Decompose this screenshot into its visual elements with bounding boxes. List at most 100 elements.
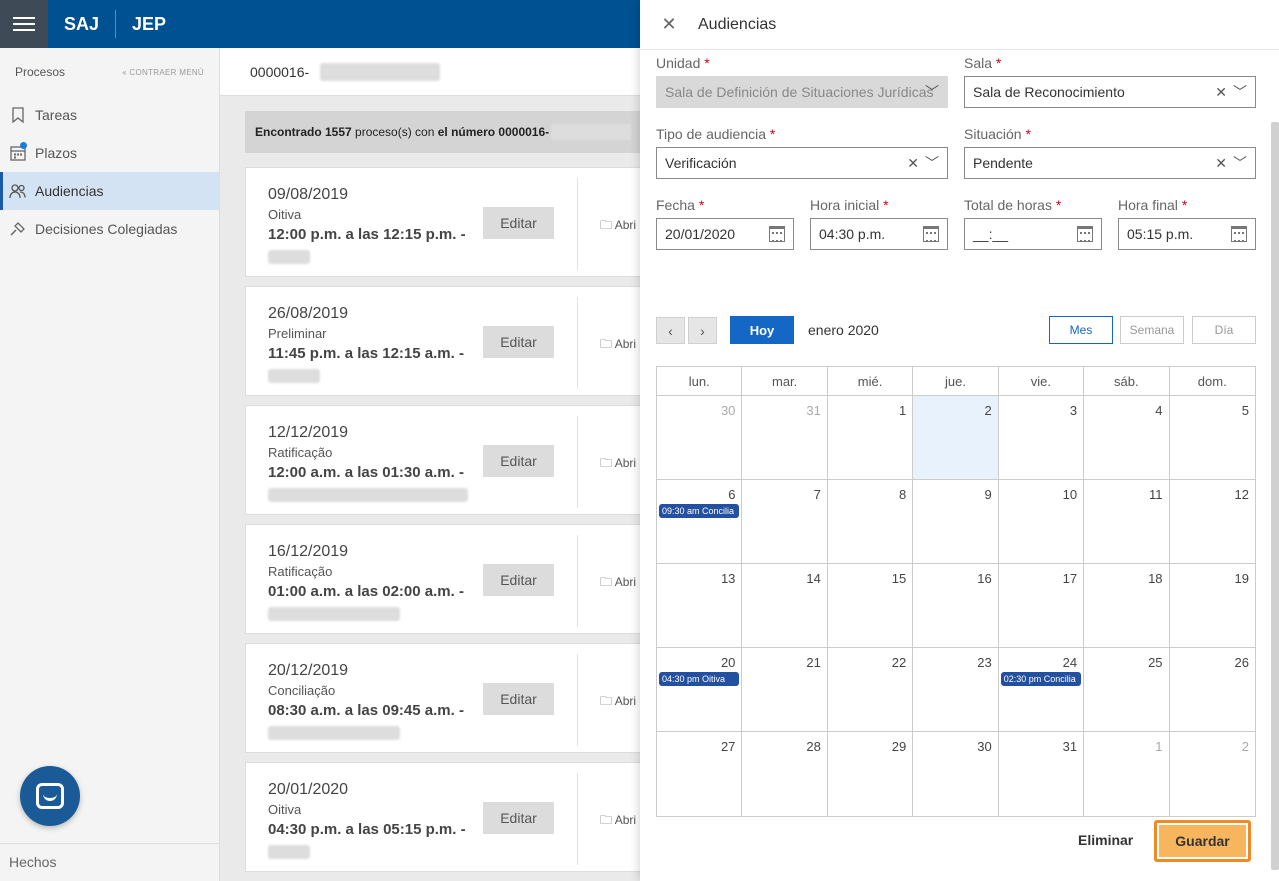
calendar-day[interactable]: 23 <box>913 648 999 732</box>
calendar-day[interactable]: 30 <box>657 396 743 480</box>
open-link[interactable]: 🗀 Abri <box>600 454 636 475</box>
calendar-day[interactable]: 12 <box>1169 480 1255 564</box>
calendar-day[interactable]: 29 <box>828 732 914 816</box>
scrollbar[interactable] <box>1271 122 1279 870</box>
calendar-day[interactable]: 15 <box>827 564 914 648</box>
close-icon[interactable]: ✕ <box>640 14 698 35</box>
calendar-event[interactable]: 02:30 pm Concilia <box>1000 672 1082 686</box>
open-link[interactable]: 🗀 Abri <box>600 335 636 356</box>
calendar-day[interactable]: 17 <box>998 564 1085 648</box>
day-number: 31 <box>806 403 821 418</box>
edit-button[interactable]: Editar <box>483 326 554 358</box>
sidebar-item-label: Plazos <box>35 145 78 161</box>
calendar-day[interactable]: 26 <box>1169 648 1255 732</box>
calendar-day[interactable]: 2 <box>1170 732 1255 816</box>
calendar-icon[interactable] <box>923 226 939 242</box>
edit-button[interactable]: Editar <box>483 802 554 834</box>
calendar-day[interactable]: 11 <box>1084 480 1170 564</box>
save-button[interactable]: Guardar <box>1159 825 1246 857</box>
sidebar-item-label: Tareas <box>35 107 78 123</box>
clear-icon[interactable]: ✕ <box>907 155 919 172</box>
calendar-day[interactable]: 4 <box>1084 396 1170 480</box>
sidebar-item-audiencias[interactable]: Audiencias <box>0 172 219 210</box>
calendar-day[interactable]: 20 04:30 pm Oitiva <box>657 648 743 732</box>
brand-saj[interactable]: SAJ <box>48 0 115 48</box>
clear-icon[interactable]: ✕ <box>1215 84 1227 101</box>
sidebar-item-decisiones[interactable]: Decisiones Colegiadas <box>0 210 219 248</box>
redacted-text <box>268 369 320 383</box>
open-link[interactable]: 🗀 Abri <box>600 811 636 832</box>
calendar-day[interactable]: 30 <box>913 732 999 816</box>
edit-button[interactable]: Editar <box>483 207 554 239</box>
calendar-day[interactable]: 2 <box>913 396 999 480</box>
calendar-icon[interactable] <box>1231 226 1247 242</box>
open-link[interactable]: 🗀 Abri <box>600 573 636 594</box>
calendar-day[interactable]: 25 <box>1084 648 1170 732</box>
calendar-day[interactable]: 14 <box>742 564 828 648</box>
calendar-day[interactable]: 16 <box>913 564 999 648</box>
panel-title: Audiencias <box>698 15 777 33</box>
situacion-label-text: Situación <box>964 126 1022 142</box>
sidebar-footer-hechos[interactable]: Hechos <box>0 843 220 881</box>
calendar-day[interactable]: 13 <box>657 564 743 648</box>
calendar-day[interactable]: 31 <box>742 396 828 480</box>
situacion-select[interactable]: Pendente ✕ ﹀ <box>964 147 1256 179</box>
calendar-day[interactable]: 6 09:30 am Concilia <box>657 480 743 564</box>
calendar-day[interactable]: 7 <box>742 480 828 564</box>
brand-jep[interactable]: JEP <box>116 0 182 48</box>
results-middle: proceso(s) con <box>351 125 438 139</box>
calendar-day[interactable]: 1 <box>827 396 914 480</box>
clear-icon[interactable]: ✕ <box>1215 155 1227 172</box>
hora-final-input[interactable]: 05:15 p.m. <box>1118 218 1256 250</box>
edit-button[interactable]: Editar <box>483 564 554 596</box>
calendar-day[interactable]: 18 <box>1084 564 1170 648</box>
view-month-button[interactable]: Mes <box>1049 316 1113 344</box>
card-divider <box>577 773 578 865</box>
menu-icon[interactable] <box>0 0 48 48</box>
sidebar-item-tareas[interactable]: Tareas <box>0 96 219 134</box>
calendar-day[interactable]: 5 <box>1169 396 1255 480</box>
view-week-button[interactable]: Semana <box>1120 316 1184 344</box>
unidad-select[interactable]: Sala de Definición de Situaciones Jurídi… <box>656 76 948 108</box>
calendar-day[interactable]: 28 <box>742 732 828 816</box>
prev-month-button[interactable]: ‹ <box>656 317 685 344</box>
view-day-button[interactable]: Día <box>1192 316 1256 344</box>
delete-button[interactable]: Eliminar <box>1078 832 1133 848</box>
calendar-day[interactable]: 19 <box>1169 564 1255 648</box>
calendar-day[interactable]: 27 <box>657 732 743 816</box>
calendar-day[interactable]: 3 <box>998 396 1085 480</box>
open-link[interactable]: 🗀 Abri <box>600 692 636 713</box>
required-mark: * <box>1181 197 1188 213</box>
calendar-day[interactable]: 8 <box>827 480 914 564</box>
edit-button[interactable]: Editar <box>483 445 554 477</box>
calendar-day[interactable]: 9 <box>913 480 999 564</box>
hearing-card: 20/12/2019 Conciliação 08:30 a.m. a las … <box>245 643 640 753</box>
open-link[interactable]: 🗀 Abri <box>600 216 636 237</box>
calendar-day[interactable]: 24 02:30 pm Concilia <box>998 648 1085 732</box>
sala-label: Sala * <box>964 55 1001 71</box>
calendar-event[interactable]: 09:30 am Concilia <box>659 504 740 518</box>
search-input[interactable] <box>250 63 320 80</box>
fecha-input[interactable]: 20/01/2020 <box>656 218 794 250</box>
calendar-day[interactable]: 10 <box>998 480 1085 564</box>
day-number: 19 <box>1234 571 1249 586</box>
calendar-icon[interactable] <box>769 226 785 242</box>
chat-widget-button[interactable] <box>20 766 80 826</box>
calendar-day[interactable]: 31 <box>999 732 1085 816</box>
calendar-day[interactable]: 1 <box>1084 732 1170 816</box>
calendar-day[interactable]: 22 <box>827 648 914 732</box>
calendar-event[interactable]: 04:30 pm Oitiva <box>659 672 740 686</box>
today-button[interactable]: Hoy <box>730 316 794 344</box>
sidebar-item-plazos[interactable]: Plazos <box>0 134 219 172</box>
calendar-day[interactable]: 21 <box>742 648 828 732</box>
collapse-menu-button[interactable]: « CONTRAER MENÚ <box>122 68 204 77</box>
next-month-button[interactable]: › <box>688 317 717 344</box>
tipo-audiencia-select[interactable]: Verificación ✕ ﹀ <box>656 147 948 179</box>
hora-inicial-input[interactable]: 04:30 p.m. <box>810 218 948 250</box>
total-horas-input[interactable]: __:__ <box>964 218 1102 250</box>
bookmark-icon <box>9 106 27 124</box>
sala-select[interactable]: Sala de Reconocimiento ✕ ﹀ <box>964 76 1256 108</box>
calendar-icon[interactable] <box>1077 226 1093 242</box>
edit-button[interactable]: Editar <box>483 683 554 715</box>
card-date: 20/01/2020 <box>268 781 349 798</box>
